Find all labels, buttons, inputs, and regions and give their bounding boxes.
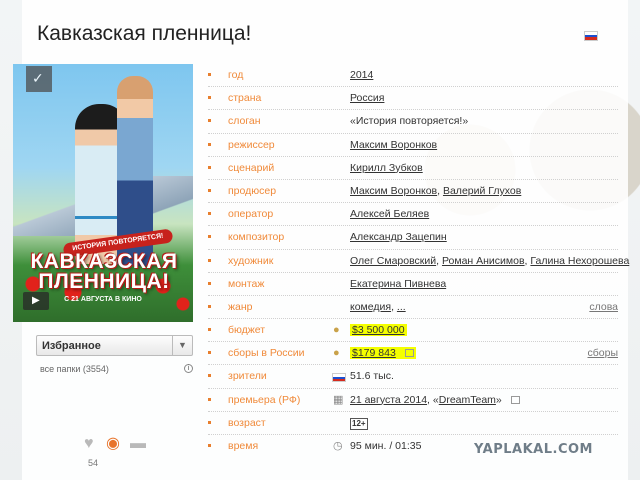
heart-icon[interactable]: ♥: [84, 436, 94, 452]
bullet: [208, 165, 211, 169]
poster-title: КАВКАЗСКАЯ ПЛЕННИЦА!: [30, 250, 178, 293]
watermark: YAPLAKAL.COM: [474, 442, 593, 457]
writer-link[interactable]: Кирилл Зубков: [350, 162, 423, 174]
bullet: [208, 258, 211, 262]
row-label: продюсер: [228, 184, 277, 197]
editor-link[interactable]: Екатерина Пивнева: [350, 278, 446, 290]
row-label: премьера (РФ): [228, 393, 301, 406]
keywords-link[interactable]: слова: [589, 301, 618, 313]
info-row-budget: бюджет ● $3 500 000: [208, 319, 618, 343]
premiere-date-link[interactable]: 21 августа 2014: [350, 394, 427, 406]
viewers-count: 51.6 тыс.: [350, 370, 394, 383]
info-row-producer: продюсер Максим Воронков, Валерий Глухов: [208, 180, 618, 204]
info-row-box-office: сборы в России ● $179 843 сборы: [208, 342, 619, 366]
info-row-genre: жанр комедия, ... слова: [208, 296, 618, 320]
eye-icon[interactable]: ◉: [106, 436, 120, 452]
details-icon[interactable]: [404, 349, 414, 358]
artist-link[interactable]: Галина Нехорошева: [530, 255, 629, 267]
bullet: [208, 328, 211, 332]
bullet: [208, 444, 211, 447]
operator-link[interactable]: Алексей Беляев: [350, 208, 429, 220]
money-icon: ●: [333, 347, 340, 360]
row-label: возраст: [228, 416, 266, 429]
favorites-dropdown[interactable]: Избранное ▼: [36, 335, 193, 356]
bullet: [208, 119, 211, 123]
row-label: слоган: [228, 115, 261, 128]
info-row-composer: композитор Александр Зацепин: [208, 226, 618, 250]
producer-link[interactable]: Валерий Глухов: [443, 185, 521, 197]
bullet: [208, 397, 211, 401]
info-row-country: страна Россия: [208, 87, 618, 111]
movie-info-table: год 2014 страна Россия слоган «История п…: [208, 64, 629, 458]
views-count: 54: [88, 458, 99, 468]
money-icon: ●: [333, 324, 340, 337]
row-label: режиссер: [228, 138, 275, 151]
row-label: композитор: [228, 231, 285, 244]
country-link[interactable]: Россия: [350, 92, 384, 104]
genre-link[interactable]: комедия: [350, 301, 391, 313]
info-row-premiere: премьера (РФ) ▦ 21 августа 2014, «DreamT…: [208, 389, 618, 412]
bullet: [208, 281, 211, 285]
folders-link[interactable]: все папки (3554): [40, 364, 109, 374]
row-label: сценарий: [228, 161, 275, 174]
info-row-viewers: зрители 51.6 тыс.: [208, 365, 618, 389]
row-label: зрители: [228, 370, 267, 383]
info-row-director: режиссер Максим Воронков: [208, 134, 618, 157]
info-row-year: год 2014: [208, 64, 618, 88]
play-icon[interactable]: ▶: [23, 292, 49, 310]
info-row-age: возраст 12+: [208, 412, 618, 435]
checkmark-icon[interactable]: ✓: [26, 66, 52, 92]
producer-link[interactable]: Максим Воронков: [350, 185, 437, 197]
row-label: монтаж: [228, 277, 265, 290]
artist-link[interactable]: Роман Анисимов: [442, 255, 525, 267]
page-title: Кавказская пленница!: [37, 22, 252, 45]
row-label: художник: [228, 254, 274, 267]
artist-link[interactable]: Олег Смаровский: [350, 255, 436, 267]
bullet: [208, 212, 211, 216]
row-label: время: [228, 440, 259, 452]
genre-more-link[interactable]: ...: [397, 301, 406, 313]
bullet: [208, 420, 211, 424]
row-label: жанр: [228, 300, 253, 313]
row-label: оператор: [228, 208, 274, 221]
info-row-artist: художник Олег Смаровский, Роман Анисимов…: [208, 250, 629, 273]
russia-flag-icon: [584, 31, 598, 41]
year-link[interactable]: 2014: [350, 69, 373, 81]
bullet: [208, 73, 211, 76]
chevron-down-icon[interactable]: ▼: [172, 336, 192, 355]
info-row-editing: монтаж Екатерина Пивнева: [208, 273, 618, 296]
box-office-all-link[interactable]: сборы: [588, 347, 619, 359]
clock-icon: ◷: [333, 440, 343, 452]
box-office-link[interactable]: $179 843: [352, 347, 396, 359]
bullet: [208, 351, 211, 355]
info-icon[interactable]: i: [184, 364, 193, 373]
bullet: [208, 304, 211, 308]
bullet: [208, 96, 211, 100]
info-row-writer: сценарий Кирилл Зубков: [208, 157, 618, 180]
comment-icon[interactable]: ▬: [130, 436, 146, 452]
row-label: год: [228, 69, 244, 81]
favorites-selected: Избранное: [42, 340, 101, 352]
bullet: [208, 188, 211, 192]
row-label: бюджет: [228, 324, 266, 337]
russia-flag-icon: [332, 373, 346, 383]
info-row-operator: оператор Алексей Беляев: [208, 203, 618, 227]
details-icon[interactable]: [510, 395, 520, 404]
calendar-icon: ▦: [333, 393, 344, 406]
age-rating-badge: 12+: [350, 417, 368, 430]
runtime-text: 95 мин. / 01:35: [350, 440, 422, 452]
bullet: [208, 142, 211, 146]
row-label: страна: [228, 92, 262, 105]
info-row-slogan: слоган «История повторяется!»: [208, 110, 618, 134]
bullet: [208, 235, 211, 239]
movie-poster[interactable]: ИСТОРИЯ ПОВТОРЯЕТСЯ! КАВКАЗСКАЯ ПЛЕННИЦА…: [13, 64, 193, 322]
row-label: сборы в России: [228, 347, 305, 360]
slogan-text: «История повторяется!»: [350, 115, 469, 128]
budget-link[interactable]: $3 500 000: [352, 324, 405, 336]
composer-link[interactable]: Александр Зацепин: [350, 231, 447, 243]
bullet: [208, 374, 211, 378]
director-link[interactable]: Максим Воронков: [350, 139, 437, 151]
distributor-link[interactable]: DreamTeam: [439, 394, 496, 406]
